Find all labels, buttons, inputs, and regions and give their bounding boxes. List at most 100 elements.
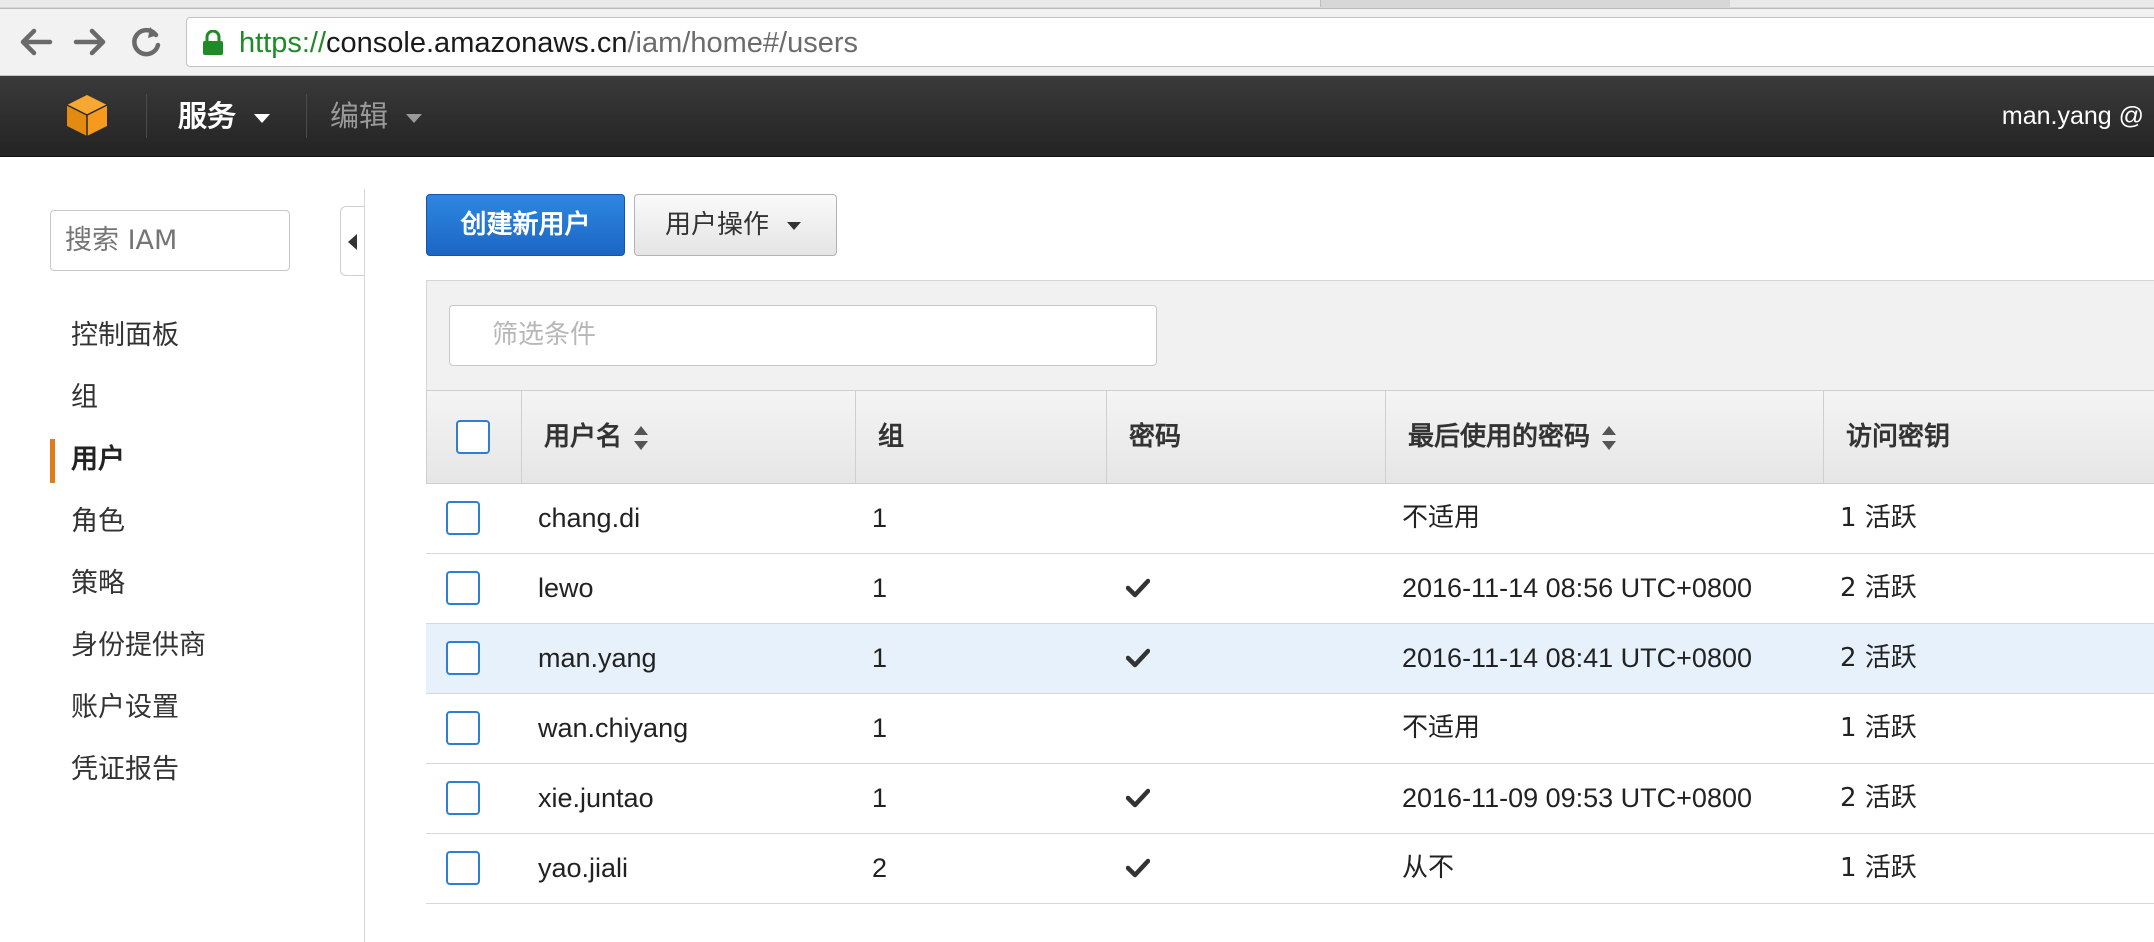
chevron-down-icon [406,113,423,123]
username-link[interactable]: xie.juntao [538,764,654,833]
column-header-access-keys: 访问密钥 [1823,391,2154,483]
search-iam-input[interactable] [50,210,290,271]
services-menu[interactable]: 服务 [178,96,271,136]
table-body: chang.di 1 不适用 1 活跃 lewo 1 2016-11-14 08:56 UT… [426,484,2154,904]
aws-cube-logo-icon[interactable] [64,92,110,138]
address-bar[interactable]: https://console.amazonaws.cn/iam/home#/u… [186,17,2154,67]
user-actions-button[interactable]: 用户操作 [634,194,837,256]
url-host: console.amazonaws.cn [326,27,628,59]
forward-icon[interactable] [70,23,110,61]
sidebar-nav: 控制面板组用户 角色 策略 身份提供商 账户设置 凭证报告 [50,305,206,801]
column-label: 访问密钥 [1846,422,1951,452]
access-keys-status: 2 活跃 [1840,573,1917,603]
row-checkbox[interactable] [446,711,480,745]
browser-tab[interactable] [1730,0,2154,7]
account-menu[interactable]: man.yang @ [2002,96,2144,136]
last-password-use: 2016-11-09 09:53 UTC+0800 [1402,783,1752,813]
url-text: https://console.amazonaws.cn/iam/home#/u… [239,26,858,60]
access-keys-status: 1 活跃 [1840,853,1917,883]
table-row[interactable]: lewo 1 2016-11-14 08:56 UTC+0800 2 活跃 [426,554,2154,624]
column-label: 最后使用的密码 [1408,422,1591,452]
url-path: /iam/home#/users [627,27,859,59]
groups-count: 1 [872,573,888,603]
username-link[interactable]: wan.chiyang [538,694,688,763]
reload-icon[interactable] [126,23,166,61]
table-header: 用户名 组 密码 最后使用的密码 访问密钥 [426,390,2154,484]
last-password-use: 2016-11-14 08:41 UTC+0800 [1402,643,1752,673]
table-row[interactable]: yao.jiali 2 从不 1 活跃 [426,834,2154,904]
sidebar-item[interactable]: 账户设置 [50,677,206,739]
sidebar-item[interactable]: 凭证报告 [50,739,206,801]
username-link[interactable]: man.yang [538,624,657,693]
access-keys-status: 2 活跃 [1840,643,1917,673]
column-label: 组 [878,422,905,452]
sidebar-item[interactable]: 控制面板 [50,305,206,367]
users-table: 用户名 组 密码 最后使用的密码 访问密钥 chang.di 1 不适用 1 活跃 le… [426,390,2154,904]
table-row[interactable]: xie.juntao 1 2016-11-09 09:53 UTC+0800 2 活跃 [426,764,2154,834]
services-label: 服务 [178,99,237,133]
sidebar-item[interactable]: 策略 [50,553,206,615]
browser-toolbar: https://console.amazonaws.cn/iam/home#/u… [0,9,2154,76]
row-checkbox[interactable] [446,501,480,535]
browser-tab-strip [0,0,2154,9]
row-checkbox[interactable] [446,571,480,605]
url-protocol: https:// [239,27,327,59]
select-all-checkbox[interactable] [456,420,490,454]
access-keys-status: 1 活跃 [1840,503,1917,533]
last-password-use: 从不 [1402,853,1455,883]
groups-count: 1 [872,713,888,743]
user-actions-label: 用户操作 [665,210,770,240]
select-all-header [427,391,521,483]
groups-count: 2 [872,853,888,883]
table-row[interactable]: man.yang 1 2016-11-14 08:41 UTC+0800 2 活跃 [426,624,2154,694]
sidebar-item[interactable]: 身份提供商 [50,615,206,677]
last-password-use: 2016-11-14 08:56 UTC+0800 [1402,573,1752,603]
chevron-down-icon [787,221,802,230]
back-icon[interactable] [16,23,56,61]
sort-icon [634,425,649,450]
sidebar-divider [364,189,365,942]
last-password-use: 不适用 [1402,503,1481,533]
collapse-sidebar-icon[interactable] [340,206,364,276]
sort-icon [1602,425,1617,450]
column-header-password: 密码 [1106,391,1385,483]
browser-tab[interactable] [950,0,1321,7]
column-header-last-password-use[interactable]: 最后使用的密码 [1385,391,1823,483]
filter-panel: 筛选条件 [426,280,2154,390]
filter-input[interactable]: 筛选条件 [449,305,1157,366]
sidebar-item[interactable]: 组 [50,367,206,429]
groups-count: 1 [872,503,888,533]
lock-icon [203,30,223,55]
chevron-down-icon [254,113,271,123]
edit-menu[interactable]: 编辑 [330,96,423,136]
browser-tab[interactable] [150,0,951,7]
row-checkbox[interactable] [446,641,480,675]
username-link[interactable]: yao.jiali [538,834,628,903]
sidebar-item[interactable]: 用户 [50,429,206,491]
checkmark-icon [1126,578,1150,598]
row-checkbox[interactable] [446,781,480,815]
column-label: 用户名 [544,422,623,452]
column-header-username[interactable]: 用户名 [521,391,855,483]
aws-navbar: 服务 编辑 man.yang @ [0,76,2154,157]
username-link[interactable]: lewo [538,554,594,623]
access-keys-status: 1 活跃 [1840,713,1917,743]
table-row[interactable]: chang.di 1 不适用 1 活跃 [426,484,2154,554]
access-keys-status: 2 活跃 [1840,783,1917,813]
column-label: 密码 [1129,422,1182,452]
navbar-divider [306,94,307,138]
row-checkbox[interactable] [446,851,480,885]
navbar-divider [146,94,147,138]
sidebar-item[interactable]: 角色 [50,491,206,553]
groups-count: 1 [872,643,888,673]
checkmark-icon [1126,788,1150,808]
checkmark-icon [1126,858,1150,878]
edit-label: 编辑 [330,99,389,133]
username-link[interactable]: chang.di [538,484,640,553]
create-user-button[interactable]: 创建新用户 [426,194,625,256]
browser-tab[interactable] [0,0,151,7]
table-row[interactable]: wan.chiyang 1 不适用 1 活跃 [426,694,2154,764]
groups-count: 1 [872,783,888,813]
checkmark-icon [1126,648,1150,668]
column-header-groups: 组 [855,391,1106,483]
